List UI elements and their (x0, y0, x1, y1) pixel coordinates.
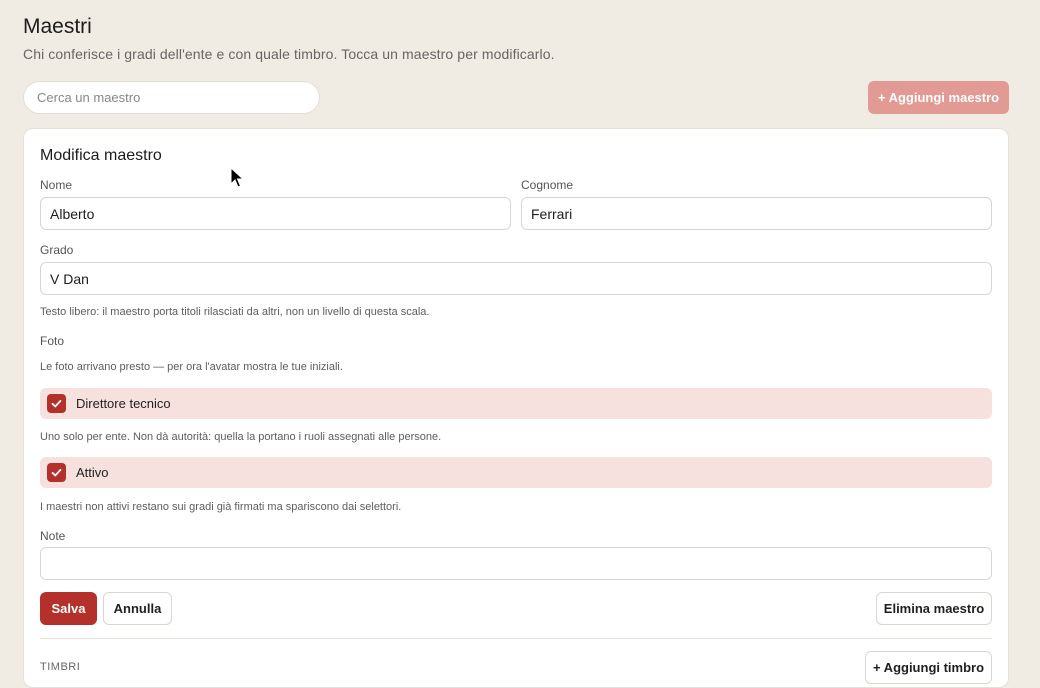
grado-field[interactable] (40, 262, 992, 295)
attivo-hint: I maestri non attivi restano sui gradi g… (40, 501, 402, 513)
attivo-checkbox[interactable] (47, 463, 66, 482)
delete-maestro-button[interactable]: Elimina maestro (876, 592, 992, 625)
nome-field[interactable] (40, 197, 511, 230)
page-subtitle: Chi conferisce i gradi dell'ente e con q… (23, 46, 555, 62)
direttore-tecnico-row[interactable]: Direttore tecnico (40, 388, 992, 419)
mouse-cursor-icon (230, 167, 245, 188)
note-label: Note (40, 529, 66, 543)
section-divider (40, 638, 992, 639)
add-maestro-button[interactable]: + Aggiungi maestro (868, 81, 1009, 114)
attivo-label: Attivo (76, 465, 109, 480)
cognome-label: Cognome (521, 178, 574, 192)
foto-hint: Le foto arrivano presto — per ora l'avat… (40, 361, 343, 373)
check-icon (51, 399, 62, 408)
cancel-button[interactable]: Annulla (103, 592, 172, 625)
add-timbro-button[interactable]: + Aggiungi timbro (865, 651, 992, 684)
foto-label: Foto (40, 334, 65, 348)
search-input[interactable] (23, 81, 320, 114)
direttore-tecnico-label: Direttore tecnico (76, 396, 171, 411)
direttore-tecnico-hint: Uno solo per ente. Non dà autorità: quel… (40, 431, 442, 443)
page-title: Maestri (23, 15, 92, 38)
form-title: Modifica maestro (40, 147, 162, 164)
attivo-row[interactable]: Attivo (40, 457, 992, 488)
direttore-tecnico-checkbox[interactable] (47, 394, 66, 413)
check-icon (51, 468, 62, 477)
edit-maestro-card: Modifica maestro Nome Cognome Grado Test… (23, 128, 1009, 688)
grado-label: Grado (40, 243, 74, 257)
cognome-field[interactable] (521, 197, 992, 230)
note-field[interactable] (40, 547, 992, 580)
save-button[interactable]: Salva (40, 592, 97, 625)
timbri-section-label: TIMBRI (40, 661, 81, 673)
nome-label: Nome (40, 178, 73, 192)
grado-hint: Testo libero: il maestro porta titoli ri… (40, 306, 430, 318)
